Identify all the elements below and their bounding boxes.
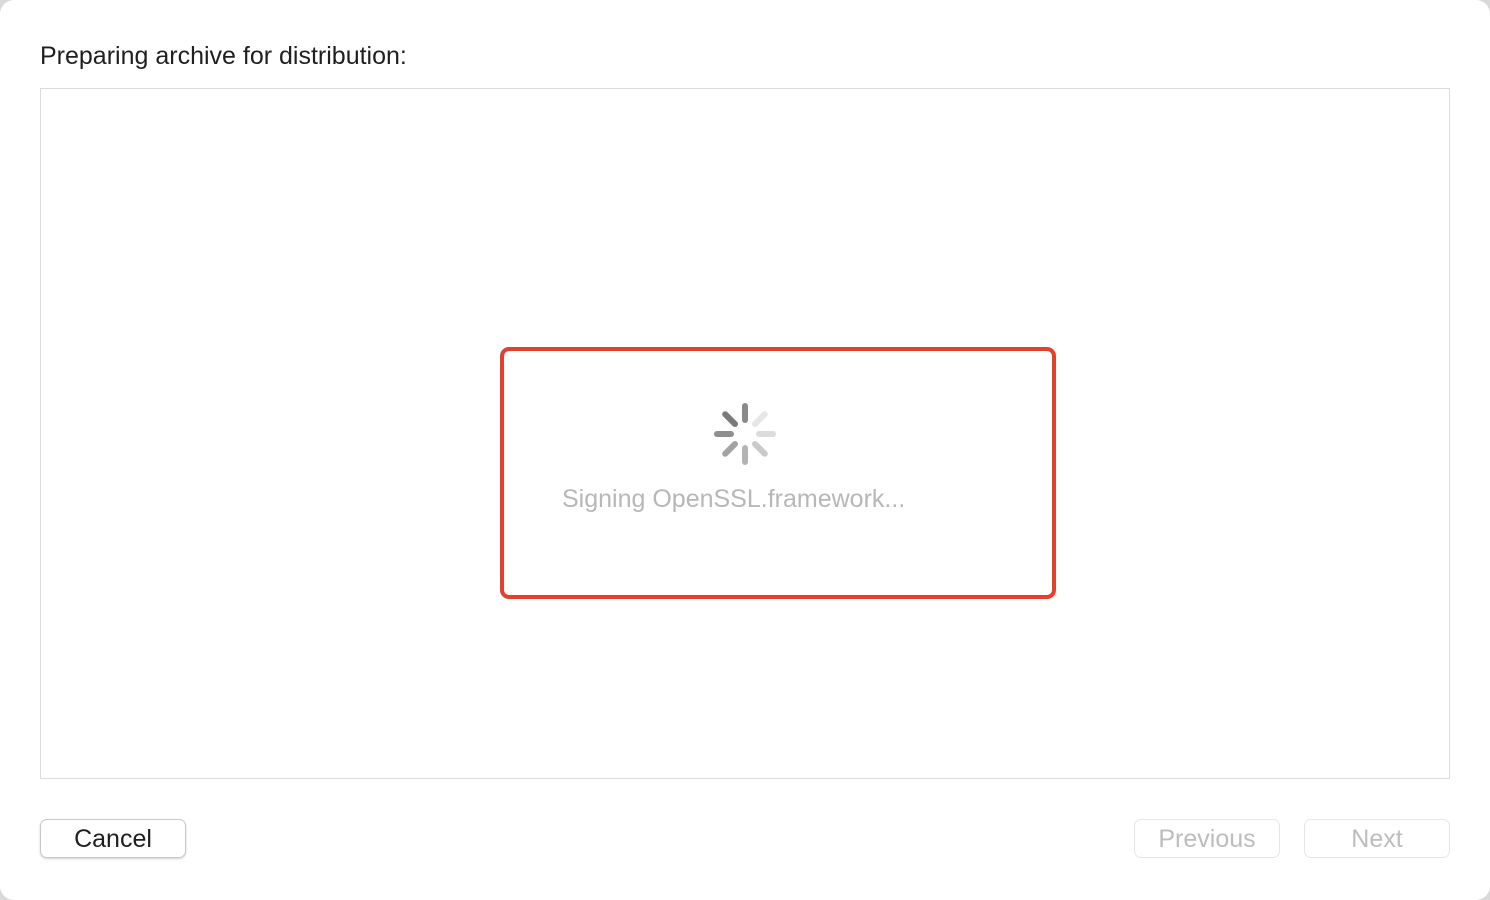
signing-status-text: Signing OpenSSL.framework... xyxy=(562,485,906,513)
activity-spinner-icon xyxy=(714,403,776,465)
next-button[interactable]: Next xyxy=(1304,819,1450,858)
previous-button[interactable]: Previous xyxy=(1134,819,1280,858)
distribute-archive-dialog: Preparing archive for distribution: Sign… xyxy=(0,0,1490,900)
dialog-title: Preparing archive for distribution: xyxy=(40,42,407,70)
cancel-button[interactable]: Cancel xyxy=(40,819,186,858)
annotation-highlight-box xyxy=(500,347,1056,599)
